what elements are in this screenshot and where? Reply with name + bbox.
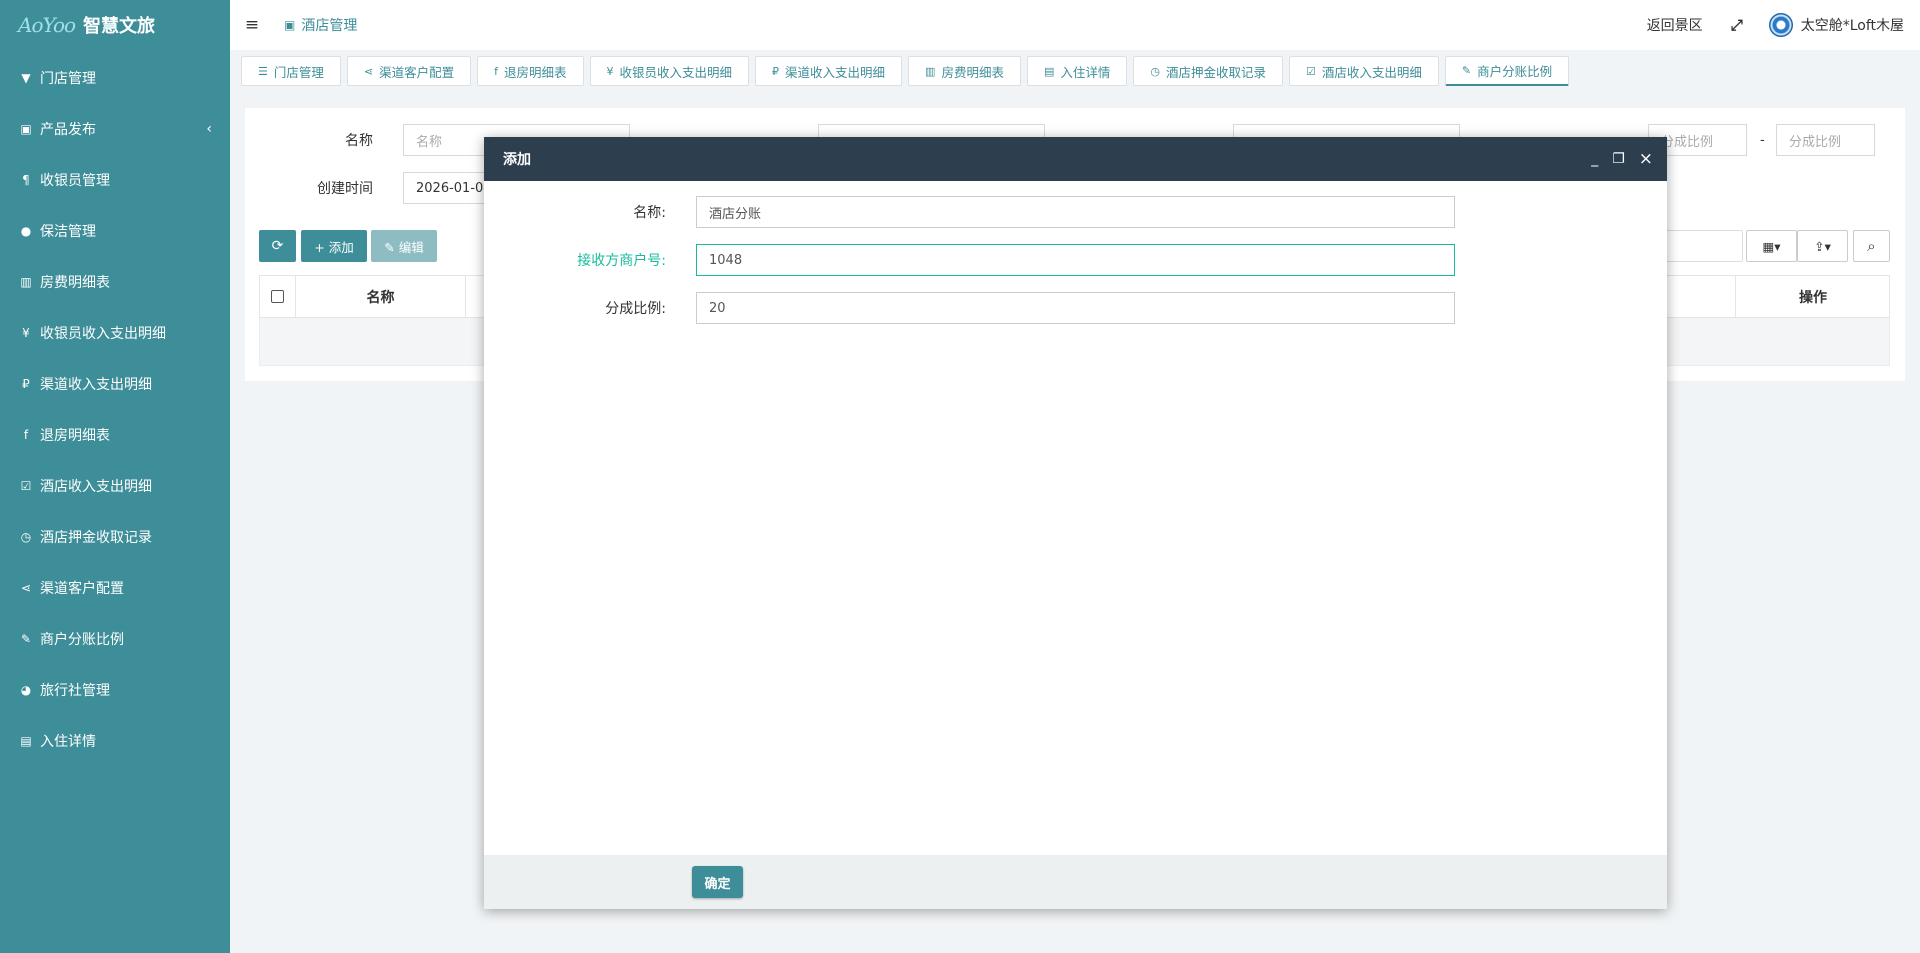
field-merchant-id-input[interactable]: 1048 (696, 244, 1455, 276)
field-ratio-input[interactable]: 20 (696, 292, 1455, 324)
field-name-input[interactable]: 酒店分账 (696, 196, 1455, 228)
field-ratio-label: 分成比例: (605, 301, 666, 317)
maximize-icon[interactable]: ❐ (1612, 151, 1625, 167)
dialog-header: 添加 _ ❐ × (484, 137, 1667, 181)
dialog-title: 添加 (503, 152, 531, 168)
dialog-controls: _ ❐ × (1577, 137, 1653, 181)
field-name-label: 名称: (633, 205, 666, 221)
field-merchant-id-label: 接收方商户号: (577, 253, 666, 269)
dialog-footer: 确定 (484, 855, 1667, 909)
add-dialog: 添加 _ ❐ × 名称: 酒店分账 接收方商户号: 1048 分成比例: 20 … (484, 137, 1667, 909)
close-icon[interactable]: × (1639, 149, 1653, 169)
minimize-icon[interactable]: _ (1591, 151, 1598, 167)
confirm-button[interactable]: 确定 (692, 866, 743, 898)
